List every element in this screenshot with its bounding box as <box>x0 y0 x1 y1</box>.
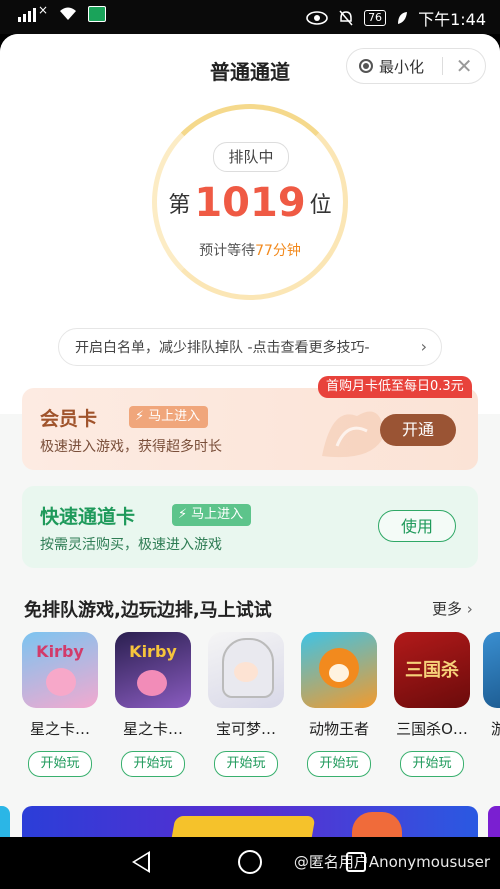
window-controls: 最小化 ✕ <box>346 48 486 84</box>
game-name: 星之卡… <box>29 720 90 738</box>
kirby-icon <box>137 670 167 696</box>
signal-icon <box>18 6 36 22</box>
use-fast-card-button[interactable]: 使用 <box>378 510 456 542</box>
wait-prefix: 预计等待 <box>199 243 256 259</box>
close-button[interactable]: ✕ <box>443 49 485 83</box>
fast-lane-card[interactable]: 快速通道卡 ⚡ 马上进入 按需灵活购买，极速进入游戏 使用 <box>22 486 478 568</box>
battery-icon: 76 <box>364 10 387 26</box>
system-nav-bar: @匿名用户Anonymoususer <box>0 837 500 889</box>
game-icon[interactable] <box>301 632 377 708</box>
queue-sheet: 普通通道 最小化 ✕ 排队中 第 1019 位 预计等待77分钟 开启白名单，减少排… <box>0 34 500 837</box>
banner-art <box>168 816 316 837</box>
eye-icon <box>306 11 328 25</box>
fox-face-icon <box>329 664 349 682</box>
wait-minutes: 77分钟 <box>255 243 301 259</box>
fast-enter-tag: ⚡ 马上进入 <box>172 504 252 526</box>
queue-status-badge: 排队中 <box>213 142 289 172</box>
minimize-button[interactable]: 最小化 <box>347 49 442 83</box>
game-list: Kirby 星之卡… 开始玩 Kirby 星之卡… 开始玩 宝可梦… 开始玩 动… <box>0 632 500 782</box>
no-signal-mark: × <box>38 3 49 17</box>
game-icon-text: Kirby <box>36 642 84 661</box>
minimize-label: 最小化 <box>379 57 425 76</box>
vip-enter-label: 马上进入 <box>148 409 201 424</box>
fast-card-subtitle: 按需灵活购买，极速进入游戏 <box>40 537 222 553</box>
play-button[interactable]: 开始玩 <box>307 751 371 777</box>
play-button[interactable]: 开始玩 <box>121 751 185 777</box>
game-icon[interactable] <box>483 632 500 708</box>
tip-text: 开启白名单，减少排队掉队 -点击查看更多技巧- <box>75 340 370 356</box>
play-button[interactable]: 开始玩 <box>214 751 278 777</box>
game-name: 三国杀O… <box>396 720 468 738</box>
game-name: 宝可梦… <box>215 720 276 738</box>
wifi-icon <box>60 7 77 20</box>
minimize-icon <box>359 59 373 73</box>
game-icon-text: 三国杀 <box>405 660 459 681</box>
fast-card-title: 快速通道卡 <box>40 506 136 528</box>
promo-badge: 首购月卡低至每日0.3元 <box>318 376 472 398</box>
game-item[interactable]: 宝可梦… 开始玩 <box>204 632 288 777</box>
open-vip-button[interactable]: 开通 <box>380 414 456 446</box>
game-icon-text: Kirby <box>129 642 177 661</box>
section-title: 免排队游戏,边玩边排,马上试试 <box>24 600 272 621</box>
vip-enter-tag: ⚡ 马上进入 <box>129 406 209 428</box>
wait-estimate: 预计等待77分钟 <box>150 240 350 260</box>
play-button[interactable]: 开始玩 <box>28 751 92 777</box>
banner-prev-peek <box>0 806 10 837</box>
fast-enter-label: 马上进入 <box>191 507 244 522</box>
game-item[interactable]: 游 <box>483 632 500 739</box>
chevron-right-icon: › <box>420 337 427 356</box>
game-item[interactable]: 三国杀 三国杀O… 开始玩 <box>390 632 474 777</box>
back-icon[interactable] <box>132 851 150 873</box>
kirby-icon <box>46 668 76 696</box>
position-suffix: 位 <box>309 193 332 218</box>
home-icon[interactable] <box>238 850 262 874</box>
play-button[interactable]: 开始玩 <box>400 751 464 777</box>
game-name: 游 <box>491 720 500 738</box>
character-face-icon <box>234 662 258 682</box>
position-number: 1019 <box>194 180 306 226</box>
position-prefix: 第 <box>168 193 191 218</box>
banner-next-peek <box>488 806 500 837</box>
game-icon[interactable]: 三国杀 <box>394 632 470 708</box>
queue-position: 第 1019 位 <box>150 180 350 226</box>
game-icon[interactable] <box>208 632 284 708</box>
status-bar: × 76 下午1:44 <box>0 0 500 34</box>
close-icon: ✕ <box>455 54 473 78</box>
game-icon[interactable]: Kirby <box>115 632 191 708</box>
more-link[interactable]: 更多 › <box>432 598 473 619</box>
app-notification-icon <box>88 6 107 22</box>
game-item[interactable]: Kirby 星之卡… 开始玩 <box>111 632 195 777</box>
promo-banner[interactable] <box>22 806 478 837</box>
clock: 下午1:44 <box>418 10 486 29</box>
vip-card[interactable]: 会员卡 ⚡ 马上进入 极速进入游戏，获得超多时长 开通 <box>22 388 478 470</box>
lightning-icon: ⚡ <box>135 409 145 424</box>
watermark: @匿名用户Anonymoususer <box>293 853 490 871</box>
chevron-right-icon: › <box>466 600 473 618</box>
whitelist-tip[interactable]: 开启白名单，减少排队掉队 -点击查看更多技巧- › <box>58 328 442 366</box>
game-item[interactable]: 动物王者 开始玩 <box>297 632 381 777</box>
vip-card-title: 会员卡 <box>40 408 98 430</box>
game-item[interactable]: Kirby 星之卡… 开始玩 <box>18 632 102 777</box>
game-name: 动物王者 <box>308 720 369 738</box>
mute-icon <box>339 10 353 26</box>
leaf-icon <box>398 12 408 24</box>
game-name: 星之卡… <box>122 720 183 738</box>
game-icon[interactable]: Kirby <box>22 632 98 708</box>
vip-card-subtitle: 极速进入游戏，获得超多时长 <box>40 439 222 455</box>
more-label: 更多 <box>432 600 463 618</box>
banner-character <box>352 812 402 837</box>
lightning-icon: ⚡ <box>178 507 188 522</box>
